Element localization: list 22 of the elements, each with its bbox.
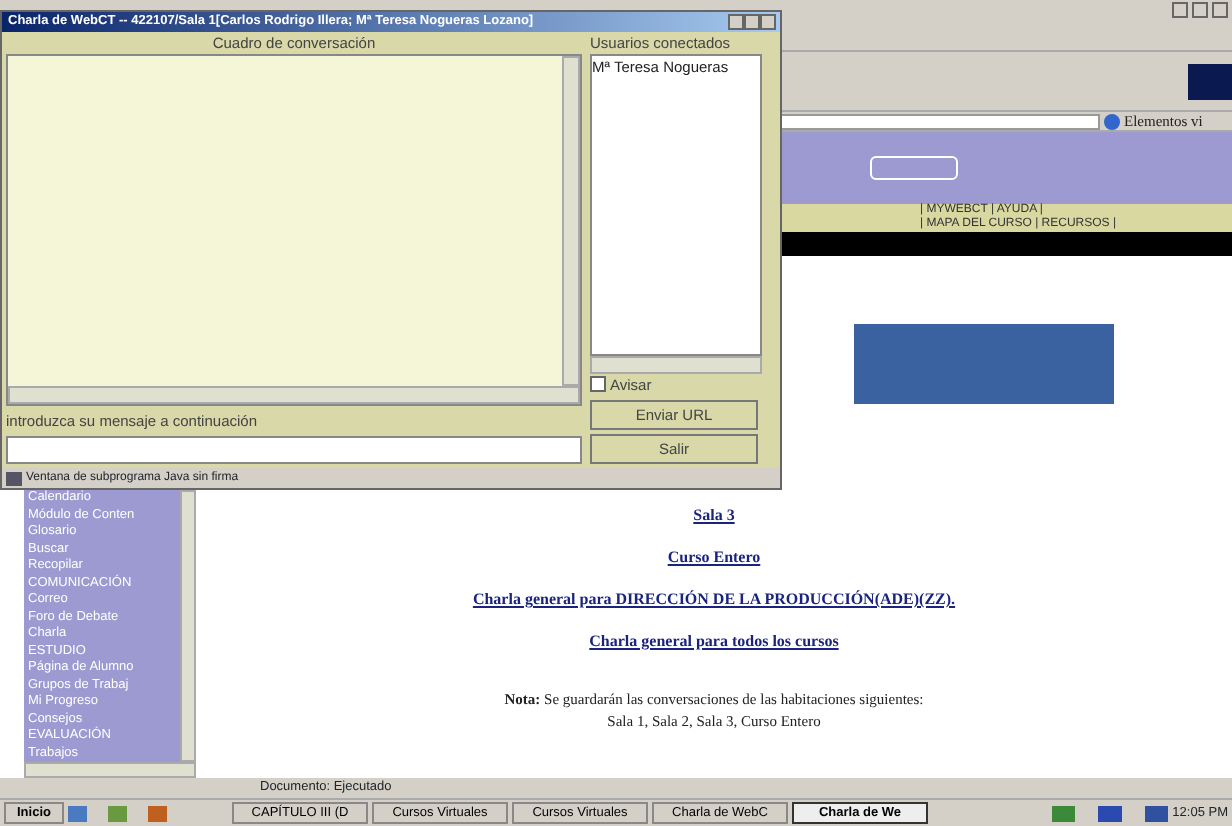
- close-button[interactable]: [1212, 2, 1228, 18]
- address-field[interactable]: [780, 113, 1100, 129]
- banner-button[interactable]: [870, 156, 958, 180]
- course-chat-link[interactable]: Charla general para todos los cursos: [589, 630, 839, 654]
- scrollbar[interactable]: [24, 762, 196, 778]
- scrollbar[interactable]: [8, 385, 580, 404]
- course-chat-link[interactable]: Charla general para DIRECCIÓN DE LA PRODUCCIÓN(ADE)(ZZ).: [472, 588, 956, 612]
- course-chat-link[interactable]: Curso Entero: [667, 546, 761, 570]
- notify-checkbox[interactable]: [590, 376, 606, 393]
- tray-icons: [1052, 805, 1169, 821]
- globe-icon: [1104, 113, 1120, 129]
- maximize-button[interactable]: [1192, 2, 1208, 18]
- applet-icon: [6, 471, 22, 485]
- course-chat-link[interactable]: Sala 3: [693, 504, 735, 528]
- maximize-button[interactable]: [744, 14, 760, 30]
- minimize-button[interactable]: [728, 14, 744, 30]
- minimize-button[interactable]: [1172, 2, 1188, 18]
- message-input[interactable]: [6, 436, 582, 464]
- scrollbar[interactable]: [180, 490, 196, 762]
- browser-logo-icon: [1188, 63, 1232, 99]
- scrollbar[interactable]: [562, 56, 580, 386]
- close-button[interactable]: [760, 14, 776, 30]
